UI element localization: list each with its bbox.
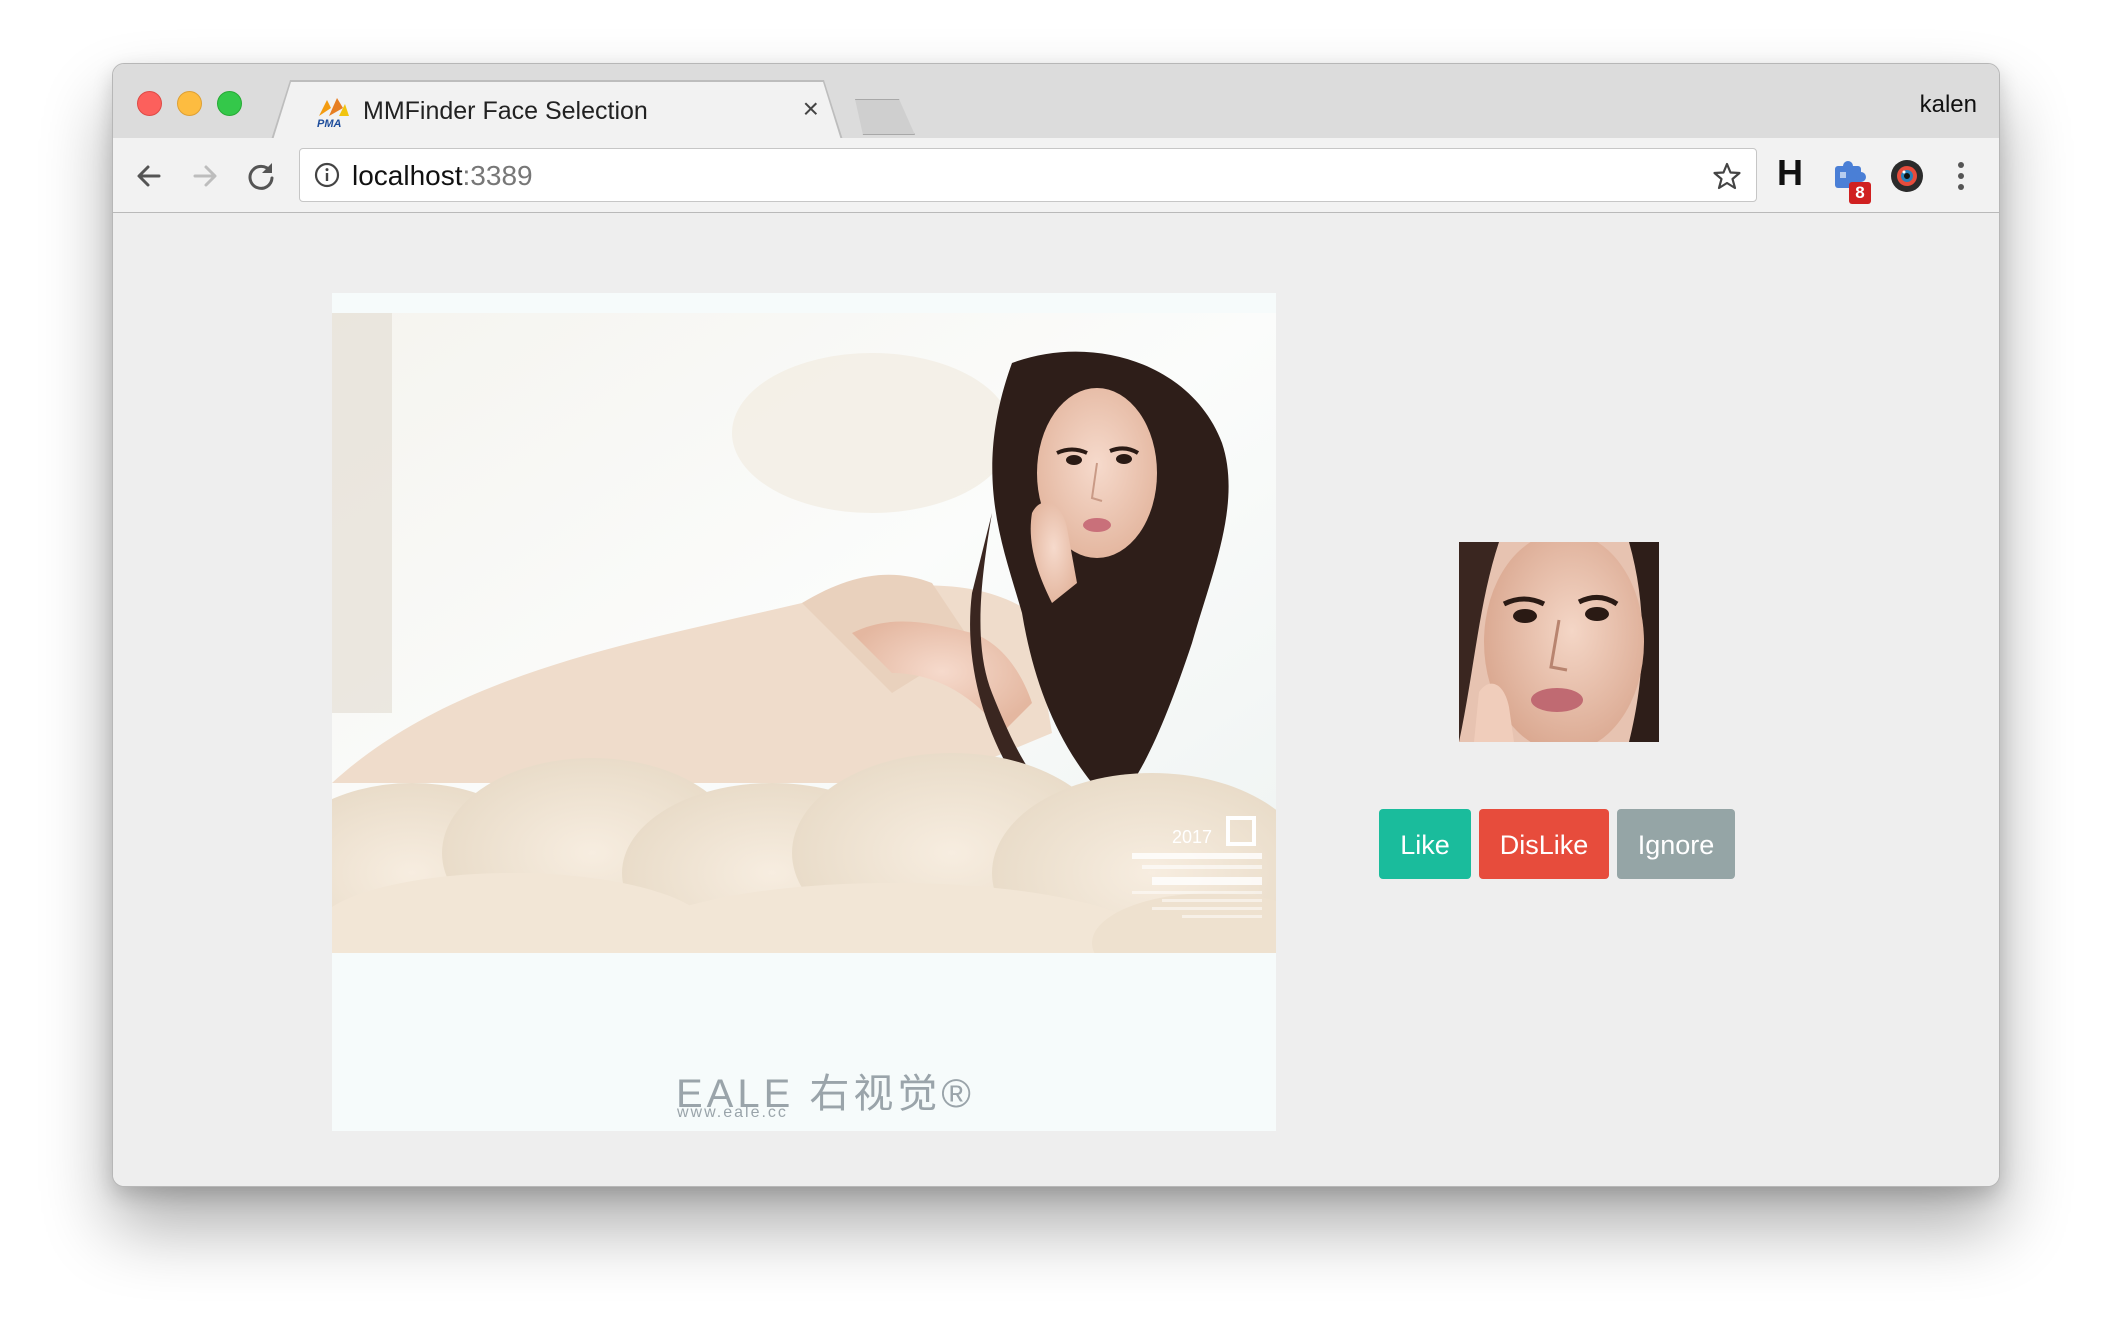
reload-button[interactable] [241,156,281,196]
camera-extension-icon[interactable] [1889,158,1925,194]
tab-title: MMFinder Face Selection [363,97,648,125]
h-extension-icon[interactable]: H [1777,152,1803,194]
tab-active[interactable]: PMA MMFinder Face Selection × [273,82,841,140]
info-icon[interactable] [314,162,340,188]
corner-year: 2017 [1172,827,1212,847]
close-window-button[interactable] [137,91,162,116]
main-photo[interactable]: 2017 [332,313,1276,953]
minimize-window-button[interactable] [177,91,202,116]
back-button[interactable] [129,156,169,196]
bookmark-star-icon[interactable] [1712,161,1742,191]
face-crop-thumbnail[interactable] [1459,542,1659,742]
pma-logo-icon: PMA [315,94,351,128]
extension-badge: 8 [1849,182,1871,204]
more-menu-icon[interactable] [1953,156,1969,196]
face-crop-image [1459,542,1659,742]
title-bar: PMA MMFinder Face Selection × kalen [113,64,1999,138]
tab-close-icon[interactable]: × [803,95,819,123]
watermark-url: www.eale.cc [677,1104,788,1121]
profile-name[interactable]: kalen [1920,91,1977,119]
portrait-photo-image: 2017 [332,313,1276,953]
url-host: localhost [352,160,463,191]
browser-window: PMA MMFinder Face Selection × kalen loca… [112,63,2000,1187]
reload-icon [248,163,274,190]
forward-button[interactable] [185,156,225,196]
page-content: 2017 EALE 右视觉® www.eale.cc Like DisLike … [113,213,1999,1186]
ignore-button[interactable]: Ignore [1617,809,1735,879]
address-bar[interactable]: localhost:3389 [299,148,1757,202]
like-button[interactable]: Like [1379,809,1471,879]
new-tab-button[interactable] [847,99,915,135]
maximize-window-button[interactable] [217,91,242,116]
url-text[interactable]: localhost:3389 [352,160,533,192]
main-photo-frame: 2017 EALE 右视觉® www.eale.cc [332,293,1276,1131]
forward-arrow-icon [193,165,217,187]
browser-toolbar: localhost:3389 H 8 [113,138,1999,213]
back-arrow-icon [137,165,161,187]
url-port: :3389 [462,160,533,191]
svg-text:PMA: PMA [317,118,342,128]
dislike-button[interactable]: DisLike [1479,809,1609,879]
